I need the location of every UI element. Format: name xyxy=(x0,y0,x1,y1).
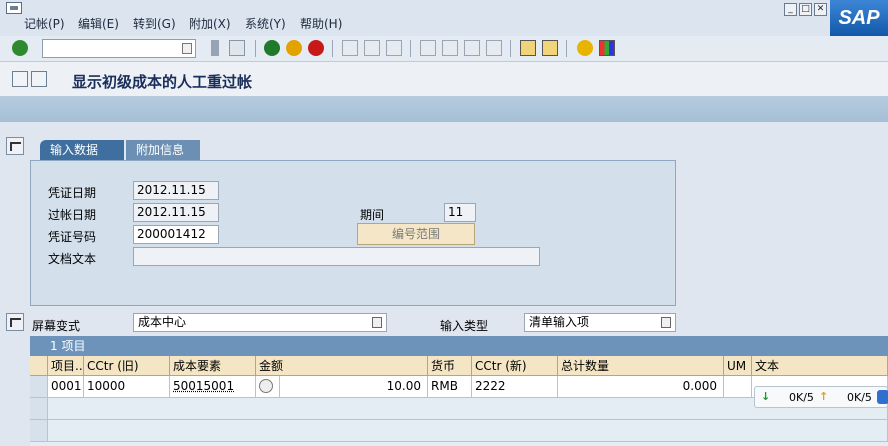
col-header-total-qty[interactable]: 总计数量 xyxy=(558,356,724,376)
dropdown-icon[interactable] xyxy=(372,317,382,328)
new-session-icon[interactable] xyxy=(520,40,536,56)
table-cell[interactable]: 0001 xyxy=(48,376,84,398)
title-bar: 显示初级成本的人工重过帐 xyxy=(0,62,888,96)
document-icon[interactable] xyxy=(31,71,47,87)
doc-number-field[interactable]: 200001412 xyxy=(133,225,219,244)
minimize-button[interactable]: _ xyxy=(784,3,797,16)
maximize-button[interactable]: □ xyxy=(799,3,812,16)
menu-goto[interactable]: 转到(G) xyxy=(133,15,176,32)
doc-date-field: 2012.11.15 xyxy=(133,181,219,200)
input-type-value: 清单输入项 xyxy=(529,315,590,329)
page-title: 显示初级成本的人工重过帐 xyxy=(72,73,253,91)
up-count: 0K/5 xyxy=(847,391,872,404)
sap-logo: SAP xyxy=(830,0,888,36)
table-cell[interactable]: RMB xyxy=(428,376,472,398)
tab-panel xyxy=(30,160,676,306)
menu-system[interactable]: 系统(Y) xyxy=(245,15,286,32)
application-toolbar xyxy=(0,96,888,122)
input-type-label: 输入类型 xyxy=(440,319,489,333)
network-icon xyxy=(877,390,888,404)
screen-variant-label: 屏幕变式 xyxy=(32,319,81,333)
select-all-cell[interactable] xyxy=(30,356,48,376)
menu-edit[interactable]: 编辑(E) xyxy=(78,15,119,32)
tab-additional-info[interactable]: 附加信息 xyxy=(126,140,200,160)
help-icon[interactable] xyxy=(577,40,593,56)
back-arrow-icon[interactable] xyxy=(211,40,219,56)
period-field: 11 xyxy=(444,203,476,222)
input-type-select[interactable]: 清单输入项 xyxy=(524,313,676,332)
up-arrow-icon: ↑ xyxy=(819,390,829,403)
table-cell[interactable]: 2222 xyxy=(472,376,558,398)
doc-text-field xyxy=(133,247,540,266)
down-arrow-icon: ↓ xyxy=(761,390,771,403)
row-selector[interactable] xyxy=(30,420,48,442)
display-change-icon[interactable] xyxy=(12,71,28,87)
table-cell[interactable] xyxy=(724,376,752,398)
shortcut-icon[interactable] xyxy=(542,40,558,56)
back-icon[interactable] xyxy=(264,40,280,56)
value-help-icon[interactable] xyxy=(259,379,273,393)
posting-date-field: 2012.11.15 xyxy=(133,203,219,222)
amount-help-cell[interactable] xyxy=(256,376,280,398)
command-field[interactable] xyxy=(42,39,196,58)
screen-variant-select[interactable]: 成本中心 xyxy=(133,313,387,332)
find-icon[interactable] xyxy=(364,40,380,56)
col-header-um[interactable]: UM xyxy=(724,356,752,376)
dropdown-icon[interactable] xyxy=(182,43,192,54)
save-icon[interactable] xyxy=(229,40,245,56)
doc-number-label: 凭证号码 xyxy=(48,230,97,244)
tab-input-data[interactable]: 输入数据 xyxy=(40,140,124,160)
col-header-cctr-old[interactable]: CCtr (旧) xyxy=(84,356,170,376)
enter-icon[interactable] xyxy=(12,40,28,56)
table-cell[interactable]: 0.000 xyxy=(558,376,724,398)
dropdown-icon[interactable] xyxy=(661,317,671,328)
col-header-text[interactable]: 文本 xyxy=(752,356,888,376)
col-header-currency[interactable]: 货币 xyxy=(428,356,472,376)
down-count: 0K/5 xyxy=(789,391,814,404)
table-cell[interactable]: 10000 xyxy=(84,376,170,398)
menu-post[interactable]: 记帐(P) xyxy=(24,15,65,32)
col-header-cost-element[interactable]: 成本要素 xyxy=(170,356,256,376)
table-title: 1 项目 xyxy=(30,336,888,356)
col-header-item[interactable]: 项目... xyxy=(48,356,84,376)
app-menu-icon[interactable] xyxy=(6,2,22,14)
col-header-cctr-new[interactable]: CCtr (新) xyxy=(472,356,558,376)
find-next-icon[interactable] xyxy=(386,40,402,56)
doc-text-label: 文档文本 xyxy=(48,252,97,266)
period-label: 期间 xyxy=(360,208,385,222)
first-page-icon[interactable] xyxy=(420,40,436,56)
table-row[interactable] xyxy=(48,420,888,442)
last-page-icon[interactable] xyxy=(486,40,502,56)
row-selector[interactable] xyxy=(30,398,48,420)
exit-icon[interactable] xyxy=(286,40,302,56)
previous-page-icon[interactable] xyxy=(442,40,458,56)
table-cell[interactable]: 50015001 xyxy=(170,376,256,398)
posting-date-label: 过帐日期 xyxy=(48,208,97,222)
variant-side-icon[interactable] xyxy=(6,313,24,331)
doc-date-label: 凭证日期 xyxy=(48,186,97,200)
transfer-status-popup: ↓ 0K/5 ↑ 0K/5 xyxy=(754,386,888,408)
layout-menu-icon[interactable] xyxy=(599,40,615,56)
row-selector[interactable] xyxy=(30,376,48,398)
col-header-amount[interactable]: 金额 xyxy=(256,356,428,376)
number-range-button[interactable]: 编号范围 xyxy=(357,223,475,245)
cancel-icon[interactable] xyxy=(308,40,324,56)
standard-toolbar xyxy=(0,36,888,62)
table-cell[interactable]: 10.00 xyxy=(280,376,428,398)
menu-help[interactable]: 帮助(H) xyxy=(300,15,342,32)
menu-extras[interactable]: 附加(X) xyxy=(189,15,231,32)
close-button[interactable]: ✕ xyxy=(814,3,827,16)
menu-bar: 记帐(P) 编辑(E) 转到(G) 附加(X) 系统(Y) 帮助(H) _ □ … xyxy=(0,0,888,36)
next-page-icon[interactable] xyxy=(464,40,480,56)
print-icon[interactable] xyxy=(342,40,358,56)
collapse-header-icon[interactable] xyxy=(6,137,24,155)
screen-variant-value: 成本中心 xyxy=(138,315,187,329)
